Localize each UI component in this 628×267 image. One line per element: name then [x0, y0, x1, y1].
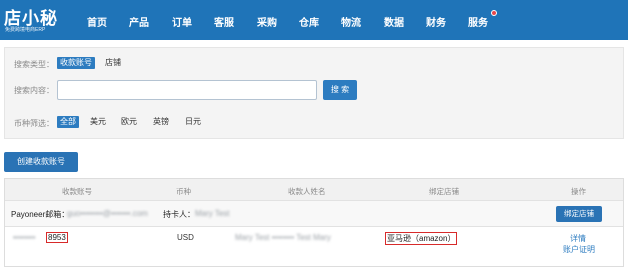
currency-option-gbp[interactable]: 英镑	[150, 116, 172, 128]
account-number-suffix: 8953	[46, 232, 68, 243]
notification-dot	[491, 10, 497, 16]
currency-option-eur[interactable]: 欧元	[118, 116, 140, 128]
column-header-payee: 收款人姓名	[288, 187, 326, 196]
account-proof-link[interactable]: 账户证明	[563, 244, 595, 255]
details-link[interactable]: 详情	[570, 233, 586, 244]
nav-item-finance[interactable]: 财务	[426, 14, 446, 29]
table-header: 收款账号 币种 收款人姓名 绑定店铺 操作	[5, 179, 623, 201]
bind-store-button[interactable]: 绑定店铺	[556, 206, 602, 222]
nav-item-service[interactable]: 客服	[214, 14, 234, 29]
search-panel: 搜索类型： 收款账号 店铺 搜索内容： 搜 索 币种筛选： 全部 美元 欧元 英…	[4, 47, 624, 139]
accounts-table: 收款账号 币种 收款人姓名 绑定店铺 操作 Payoneer邮箱： guo•••…	[4, 178, 624, 267]
nav-item-orders[interactable]: 订单	[172, 14, 192, 29]
search-type-option-account[interactable]: 收款账号	[57, 57, 95, 69]
nav-item-data[interactable]: 数据	[384, 14, 404, 29]
currency-option-jpy[interactable]: 日元	[182, 116, 204, 128]
search-input[interactable]	[57, 80, 317, 100]
currency-cell: USD	[177, 233, 194, 242]
column-header-currency: 币种	[176, 187, 191, 196]
payee-name-cell: Mary Test •••••••• Test Mary	[235, 233, 331, 242]
table-row: •••••••• 8953 USD Mary Test •••••••• Tes…	[5, 227, 623, 266]
card-holder-label: 持卡人：	[163, 210, 195, 219]
nav-item-services[interactable]: 服务	[468, 14, 488, 29]
logo[interactable]: 店小秘 免费跨境电商ERP	[4, 3, 74, 37]
payoneer-email-value: guo••••••••@•••••••.com	[67, 209, 148, 218]
logo-subtitle: 免费跨境电商ERP	[5, 27, 46, 33]
column-header-account: 收款账号	[62, 187, 92, 196]
account-number-masked: ••••••••	[13, 233, 36, 242]
search-button[interactable]: 搜 索	[323, 80, 357, 100]
search-type-option-store[interactable]: 店铺	[102, 57, 124, 69]
payoneer-email-label: Payoneer邮箱：	[11, 210, 70, 219]
bound-store-cell: 亚马逊（amazon）	[385, 232, 458, 245]
search-type-label: 搜索类型：	[14, 60, 54, 69]
create-account-button[interactable]: 创建收款账号	[4, 152, 78, 172]
search-content-label: 搜索内容：	[14, 86, 54, 95]
currency-option-usd[interactable]: 美元	[87, 116, 109, 128]
nav-item-products[interactable]: 产品	[129, 14, 149, 29]
card-holder-value: Mary Test	[195, 209, 230, 218]
column-header-store: 绑定店铺	[429, 187, 459, 196]
column-header-actions: 操作	[571, 187, 586, 196]
top-nav-bar: 店小秘 免费跨境电商ERP 首页 产品 订单 客服 采购 仓库 物流 数据 财务…	[0, 0, 628, 40]
nav-item-warehouse[interactable]: 仓库	[299, 14, 319, 29]
nav-item-logistics[interactable]: 物流	[341, 14, 361, 29]
currency-filter-label: 币种筛选：	[14, 119, 54, 128]
account-group-row: Payoneer邮箱： guo••••••••@•••••••.com 持卡人：…	[5, 201, 623, 227]
nav-item-purchase[interactable]: 采购	[257, 14, 277, 29]
currency-option-all[interactable]: 全部	[57, 116, 79, 128]
nav-item-home[interactable]: 首页	[87, 14, 107, 29]
